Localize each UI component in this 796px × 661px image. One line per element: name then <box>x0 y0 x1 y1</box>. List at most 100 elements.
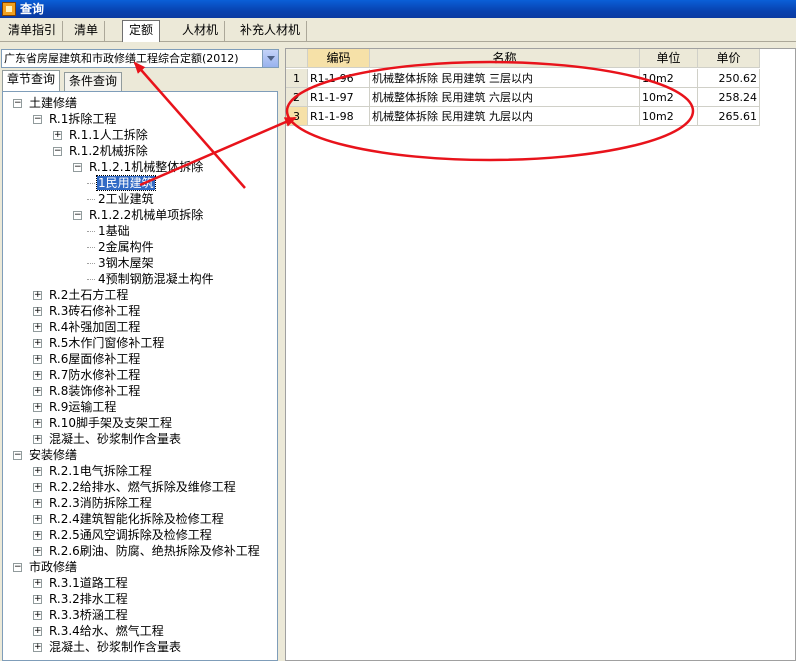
grid-cell-name[interactable]: 机械整体拆除 民用建筑 六层以内 <box>370 88 640 107</box>
tree-node[interactable]: R.7防水修补工程 <box>48 367 141 383</box>
tab-ding-e[interactable]: 定额 <box>122 20 161 42</box>
tree-node[interactable]: R.1.1人工拆除 <box>68 127 149 143</box>
grid-cell-code[interactable]: R1-1-96 <box>308 69 370 88</box>
quota-library-select[interactable]: 广东省房屋建筑和市政修缮工程综合定额(2012) <box>1 49 279 68</box>
tree-node[interactable]: 1基础 <box>97 223 131 239</box>
tree-node[interactable]: R.4补强加固工程 <box>48 319 141 335</box>
expand-icon[interactable]: + <box>33 291 42 300</box>
quota-library-value: 广东省房屋建筑和市政修缮工程综合定额(2012) <box>4 52 239 65</box>
tree-node[interactable]: R.5木作门窗修补工程 <box>48 335 165 351</box>
tree-node-label: R.2.3消防拆除工程 <box>49 496 152 510</box>
tree-node[interactable]: 混凝土、砂浆制作含量表 <box>48 639 182 655</box>
tree-node[interactable]: R.3.4给水、燃气工程 <box>48 623 165 639</box>
tree-node-label: R.2.6刷油、防腐、绝热拆除及修补工程 <box>49 544 260 558</box>
chapter-tree[interactable]: 土建修缮 − R.1拆除工程 − R.1.1人工拆除 + R.1.2机械拆除 − R.1.2.1… <box>2 91 278 661</box>
tree-node[interactable]: R.2土石方工程 <box>48 287 129 303</box>
expand-icon[interactable]: + <box>33 483 42 492</box>
col-header-name[interactable]: 名称 <box>370 49 640 68</box>
expand-icon[interactable]: + <box>33 595 42 604</box>
expand-icon[interactable]: + <box>53 131 62 140</box>
tree-node[interactable]: R.8装饰修补工程 <box>48 383 141 399</box>
tab-chapter-search[interactable]: 章节查询 <box>2 70 61 91</box>
tree-node[interactable]: R.1.2.1机械整体拆除 <box>88 159 204 175</box>
row-number[interactable]: 3 <box>286 107 308 126</box>
tree-node[interactable]: R.3砖石修补工程 <box>48 303 141 319</box>
expand-icon[interactable]: + <box>33 531 42 540</box>
expand-icon[interactable]: + <box>33 547 42 556</box>
collapse-icon[interactable]: − <box>13 563 22 572</box>
tree-node[interactable]: 2金属构件 <box>97 239 155 255</box>
grid-cell-name[interactable]: 机械整体拆除 民用建筑 九层以内 <box>370 107 640 126</box>
tree-node[interactable]: 混凝土、砂浆制作含量表 <box>48 431 182 447</box>
tree-node-label: R.1.1人工拆除 <box>69 128 148 142</box>
expand-icon[interactable]: + <box>33 515 42 524</box>
expand-icon[interactable]: + <box>33 371 42 380</box>
expand-icon[interactable]: + <box>33 307 42 316</box>
collapse-icon[interactable]: − <box>73 163 82 172</box>
tree-node[interactable]: R.1拆除工程 <box>48 111 117 127</box>
tree-node[interactable]: R.6屋面修补工程 <box>48 351 141 367</box>
chevron-down-icon[interactable] <box>262 50 278 67</box>
tree-node[interactable]: R.1.2.2机械单项拆除 <box>88 207 204 223</box>
tree-node[interactable]: R.2.3消防拆除工程 <box>48 495 153 511</box>
tree-node[interactable]: R.1.2机械拆除 <box>68 143 149 159</box>
expand-icon[interactable]: + <box>33 403 42 412</box>
grid-cell-code[interactable]: R1-1-98 <box>308 107 370 126</box>
tree-node-label: R.3砖石修补工程 <box>49 304 141 318</box>
col-header-code[interactable]: 编码 <box>308 49 370 68</box>
expand-icon[interactable]: + <box>33 499 42 508</box>
tree-node[interactable]: 1民用建筑 <box>96 175 156 191</box>
grid-cell-price[interactable]: 265.61 <box>698 107 760 126</box>
col-header-price[interactable]: 单价 <box>698 49 760 68</box>
tree-node[interactable]: R.10脚手架及支架工程 <box>48 415 173 431</box>
collapse-icon[interactable]: − <box>33 115 42 124</box>
tree-node[interactable]: R.3.1道路工程 <box>48 575 129 591</box>
row-number[interactable]: 2 <box>286 88 308 107</box>
collapse-icon[interactable]: − <box>53 147 62 156</box>
expand-icon[interactable]: + <box>33 611 42 620</box>
tree-node[interactable]: 安装修缮 <box>28 447 78 463</box>
grid-cell-price[interactable]: 250.62 <box>698 69 760 88</box>
expand-icon[interactable]: + <box>33 323 42 332</box>
tree-node[interactable]: R.9运输工程 <box>48 399 117 415</box>
tree-node[interactable]: R.2.1电气拆除工程 <box>48 463 153 479</box>
tree-node[interactable]: R.2.5通风空调拆除及检修工程 <box>48 527 213 543</box>
tab-condition-search[interactable]: 条件查询 <box>64 72 123 91</box>
tree-node[interactable]: R.2.4建筑智能化拆除及检修工程 <box>48 511 225 527</box>
tree-node[interactable]: 4预制钢筋混凝土构件 <box>97 271 215 287</box>
tree-node[interactable]: 3钢木屋架 <box>97 255 155 271</box>
expand-icon[interactable]: + <box>33 435 42 444</box>
grid-cell-name[interactable]: 机械整体拆除 民用建筑 三层以内 <box>370 69 640 88</box>
row-number[interactable]: 1 <box>286 69 308 88</box>
tab-qingdan-zhiyin[interactable]: 清单指引 <box>2 21 64 41</box>
tree-node[interactable]: 土建修缮 <box>28 95 78 111</box>
collapse-icon[interactable]: − <box>13 99 22 108</box>
tab-qingdan[interactable]: 清单 <box>68 21 106 41</box>
tree-node[interactable]: R.3.2排水工程 <box>48 591 129 607</box>
grid-cell-code[interactable]: R1-1-97 <box>308 88 370 107</box>
expand-icon[interactable]: + <box>33 643 42 652</box>
expand-icon[interactable]: + <box>33 419 42 428</box>
expand-icon[interactable]: + <box>33 355 42 364</box>
grid-cell-unit[interactable]: 10m2 <box>640 107 698 126</box>
expand-icon[interactable]: + <box>33 467 42 476</box>
tree-node[interactable]: R.3.3桥涵工程 <box>48 607 129 623</box>
grid-cell-unit[interactable]: 10m2 <box>640 69 698 88</box>
tree-node[interactable]: R.2.2给排水、燃气拆除及维修工程 <box>48 479 237 495</box>
tree-node[interactable]: 2工业建筑 <box>97 191 155 207</box>
tree-node[interactable]: 市政修缮 <box>28 559 78 575</box>
col-header-unit[interactable]: 单位 <box>640 49 698 68</box>
expand-icon[interactable]: + <box>33 627 42 636</box>
grid-cell-price[interactable]: 258.24 <box>698 88 760 107</box>
grid-cell-unit[interactable]: 10m2 <box>640 88 698 107</box>
collapse-icon[interactable]: − <box>13 451 22 460</box>
expand-icon[interactable]: + <box>33 579 42 588</box>
tree-node-label: R.1拆除工程 <box>49 112 117 126</box>
tab-buchong-rencaiji[interactable]: 补充人材机 <box>234 21 308 41</box>
expand-icon[interactable]: + <box>33 387 42 396</box>
expand-icon[interactable]: + <box>33 339 42 348</box>
tree-node[interactable]: R.2.6刷油、防腐、绝热拆除及修补工程 <box>48 543 261 559</box>
window-title: 查询 <box>20 2 45 16</box>
collapse-icon[interactable]: − <box>73 211 82 220</box>
tab-rencaiji[interactable]: 人材机 <box>176 21 226 41</box>
